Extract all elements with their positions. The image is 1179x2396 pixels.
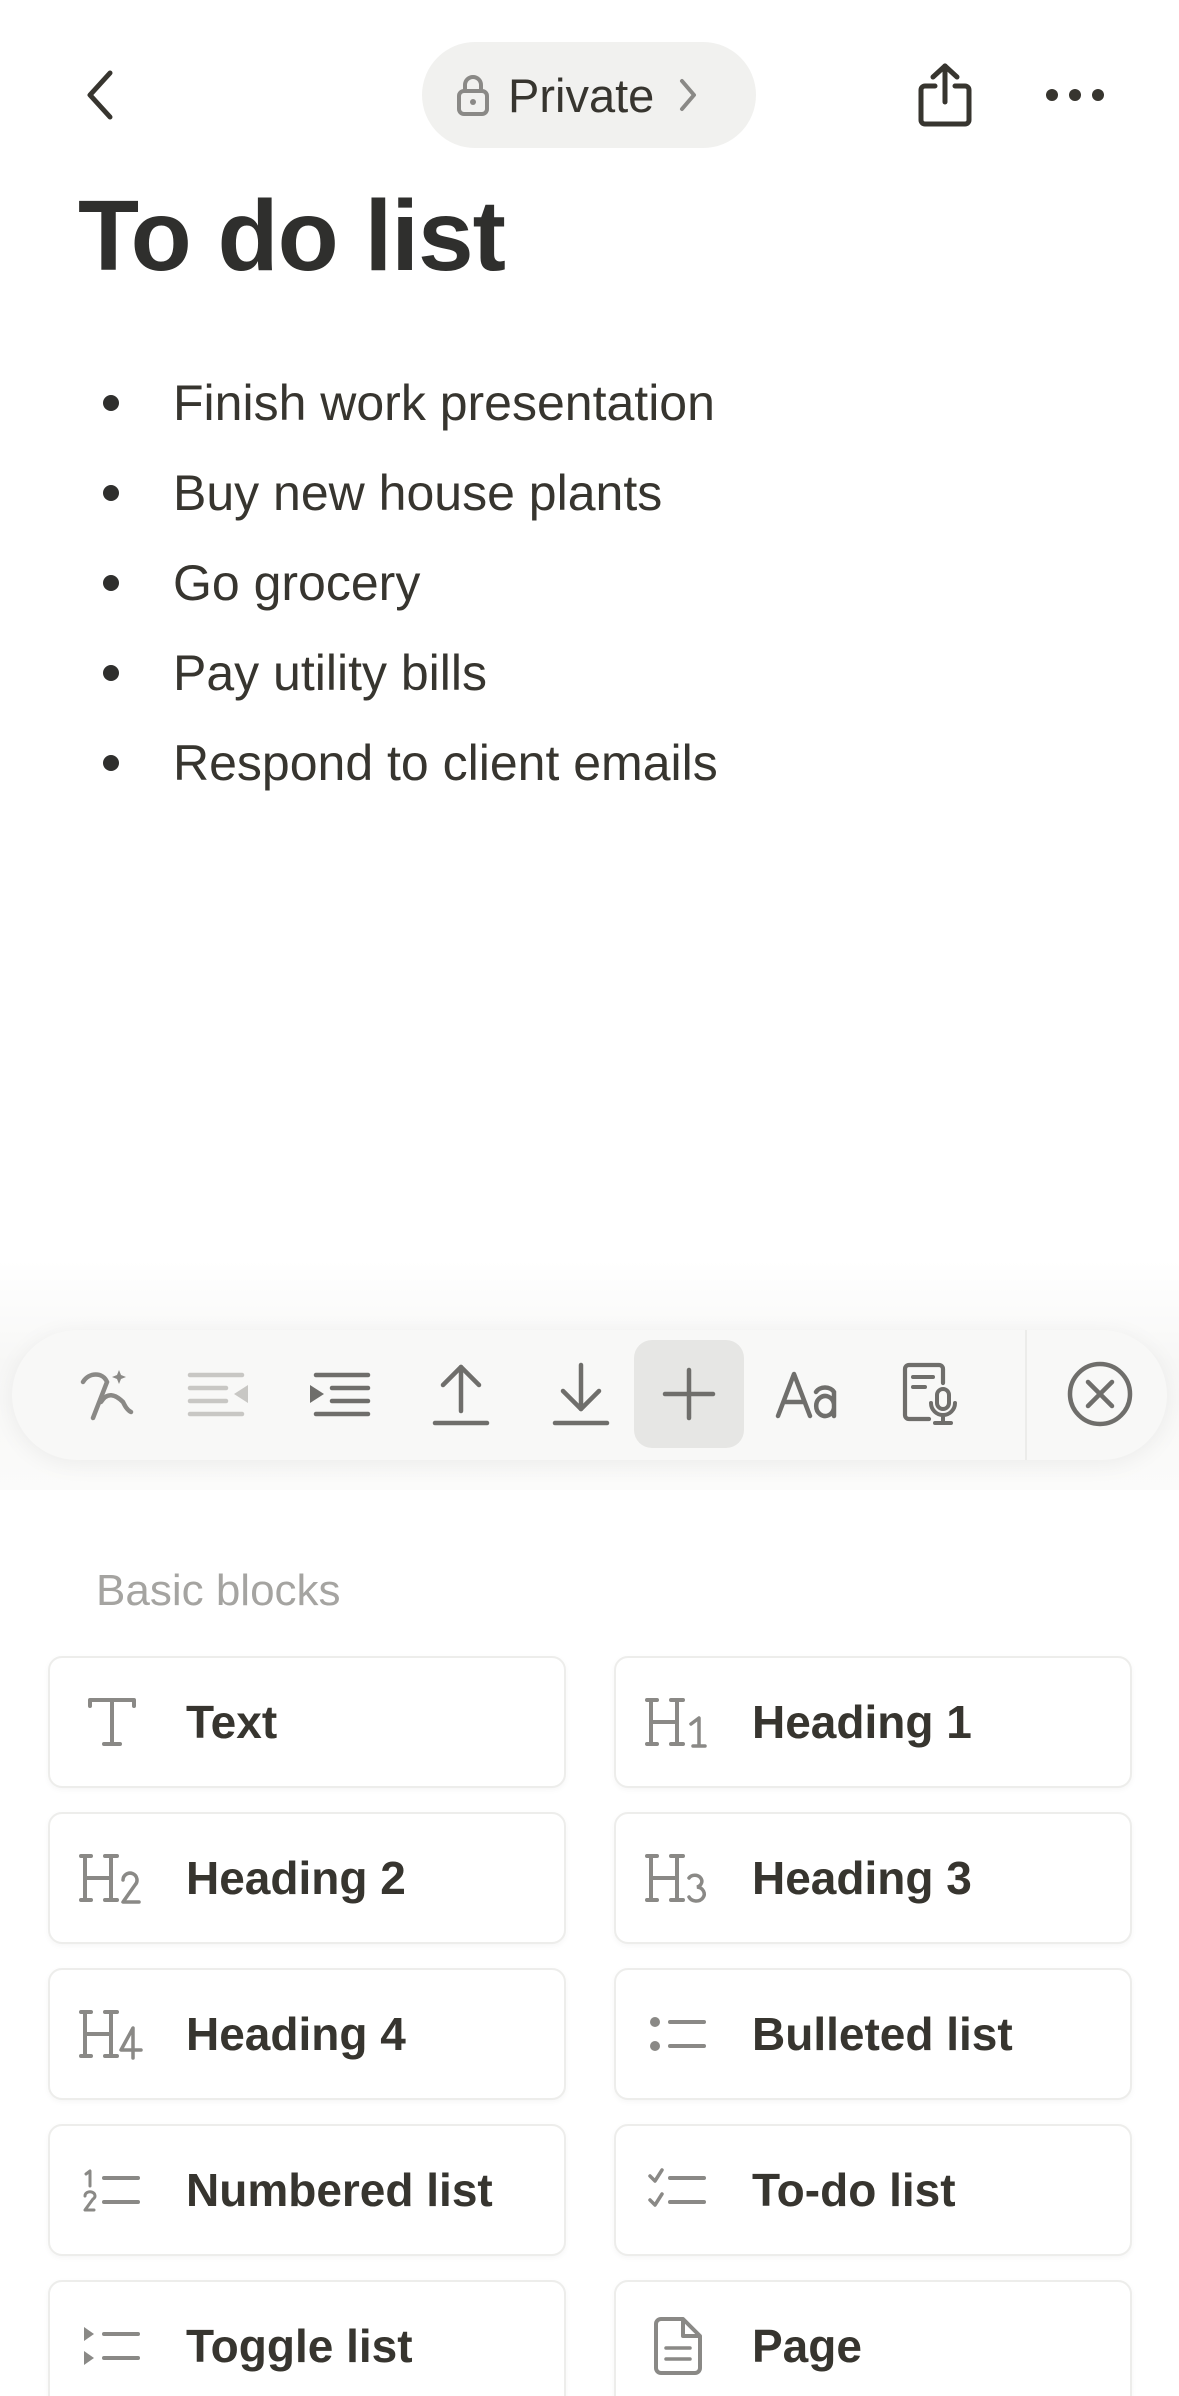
privacy-button[interactable]: Private bbox=[422, 42, 756, 148]
list-item-text[interactable]: Buy new house plants bbox=[173, 464, 662, 522]
block-label: Toggle list bbox=[186, 2320, 413, 2372]
add-block-icon bbox=[662, 1367, 716, 1421]
outdent-button[interactable] bbox=[164, 1340, 274, 1448]
block-numbered-list[interactable]: Numbered list bbox=[48, 2124, 566, 2256]
editing-toolbar bbox=[12, 1330, 1167, 1460]
ai-button[interactable] bbox=[50, 1340, 160, 1448]
bullet-dot bbox=[103, 665, 119, 681]
page-icon bbox=[642, 2310, 714, 2382]
todo-list-icon bbox=[642, 2154, 714, 2226]
list-item-text[interactable]: Pay utility bills bbox=[173, 644, 487, 702]
add-block-button[interactable] bbox=[634, 1340, 744, 1448]
text-style-button[interactable] bbox=[754, 1340, 864, 1448]
move-down-icon bbox=[552, 1362, 610, 1426]
list-item[interactable]: Pay utility bills bbox=[95, 628, 1095, 718]
block-heading-3[interactable]: Heading 3 bbox=[614, 1812, 1132, 1944]
bullet-dot bbox=[103, 755, 119, 771]
heading-1-icon bbox=[642, 1686, 714, 1758]
back-button[interactable] bbox=[70, 55, 130, 135]
move-up-button[interactable] bbox=[406, 1340, 516, 1448]
lock-icon bbox=[452, 70, 494, 120]
outdent-icon bbox=[187, 1372, 248, 1417]
share-button[interactable] bbox=[905, 50, 985, 140]
list-item[interactable]: Respond to client emails bbox=[95, 718, 1095, 808]
indent-button[interactable] bbox=[284, 1340, 394, 1448]
text-style-icon bbox=[775, 1371, 837, 1419]
block-todo-list[interactable]: To-do list bbox=[614, 2124, 1132, 2256]
close-icon bbox=[1067, 1361, 1133, 1427]
toolbar-divider bbox=[1025, 1330, 1027, 1460]
transcribe-icon bbox=[902, 1362, 957, 1425]
block-label: Page bbox=[752, 2320, 862, 2372]
heading-3-icon bbox=[642, 1842, 714, 1914]
section-label: Basic blocks bbox=[96, 1566, 341, 1615]
bulleted-list: Finish work presentation Buy new house p… bbox=[95, 358, 1095, 808]
block-text[interactable]: Text bbox=[48, 1656, 566, 1788]
block-label: Heading 3 bbox=[752, 1852, 972, 1904]
numbered-list-icon bbox=[76, 2154, 148, 2226]
list-item-text[interactable]: Go grocery bbox=[173, 554, 420, 612]
block-page[interactable]: Page bbox=[614, 2280, 1132, 2396]
list-item[interactable]: Go grocery bbox=[95, 538, 1095, 628]
privacy-label: Private bbox=[508, 68, 655, 122]
block-label: Numbered list bbox=[186, 2164, 493, 2216]
block-label: Heading 4 bbox=[186, 2008, 406, 2060]
list-item[interactable]: Buy new house plants bbox=[95, 448, 1095, 538]
share-icon bbox=[918, 63, 972, 127]
chevron-left-icon bbox=[87, 70, 113, 120]
block-heading-2[interactable]: Heading 2 bbox=[48, 1812, 566, 1944]
list-item-text[interactable]: Respond to client emails bbox=[173, 734, 718, 792]
top-bar: Private bbox=[0, 0, 1179, 190]
move-up-icon bbox=[432, 1364, 490, 1426]
block-label: To-do list bbox=[752, 2164, 956, 2216]
toggle-list-icon bbox=[76, 2310, 148, 2382]
bullet-dot bbox=[103, 485, 119, 501]
page-title[interactable]: To do list bbox=[78, 176, 506, 296]
block-label: Text bbox=[186, 1696, 278, 1748]
transcribe-button[interactable] bbox=[874, 1340, 984, 1448]
close-toolbar-button[interactable] bbox=[1045, 1340, 1155, 1448]
list-item[interactable]: Finish work presentation bbox=[95, 358, 1095, 448]
heading-4-icon bbox=[76, 1998, 148, 2070]
list-item-text[interactable]: Finish work presentation bbox=[173, 374, 715, 432]
block-heading-4[interactable]: Heading 4 bbox=[48, 1968, 566, 2100]
bulleted-list-icon bbox=[642, 1998, 714, 2070]
block-heading-1[interactable]: Heading 1 bbox=[614, 1656, 1132, 1788]
block-label: Heading 2 bbox=[186, 1852, 406, 1904]
chevron-right-icon bbox=[676, 70, 706, 120]
bullet-dot bbox=[103, 575, 119, 591]
move-down-button[interactable] bbox=[526, 1340, 636, 1448]
heading-2-icon bbox=[76, 1842, 148, 1914]
text-icon bbox=[76, 1686, 148, 1758]
bullet-dot bbox=[103, 395, 119, 411]
more-icon bbox=[1046, 89, 1104, 101]
block-label: Bulleted list bbox=[752, 2008, 1013, 2060]
block-toggle-list[interactable]: Toggle list bbox=[48, 2280, 566, 2396]
ai-icon bbox=[80, 1370, 134, 1421]
block-label: Heading 1 bbox=[752, 1696, 972, 1748]
more-button[interactable] bbox=[1035, 55, 1115, 135]
block-bulleted-list[interactable]: Bulleted list bbox=[614, 1968, 1132, 2100]
indent-icon bbox=[310, 1372, 371, 1417]
